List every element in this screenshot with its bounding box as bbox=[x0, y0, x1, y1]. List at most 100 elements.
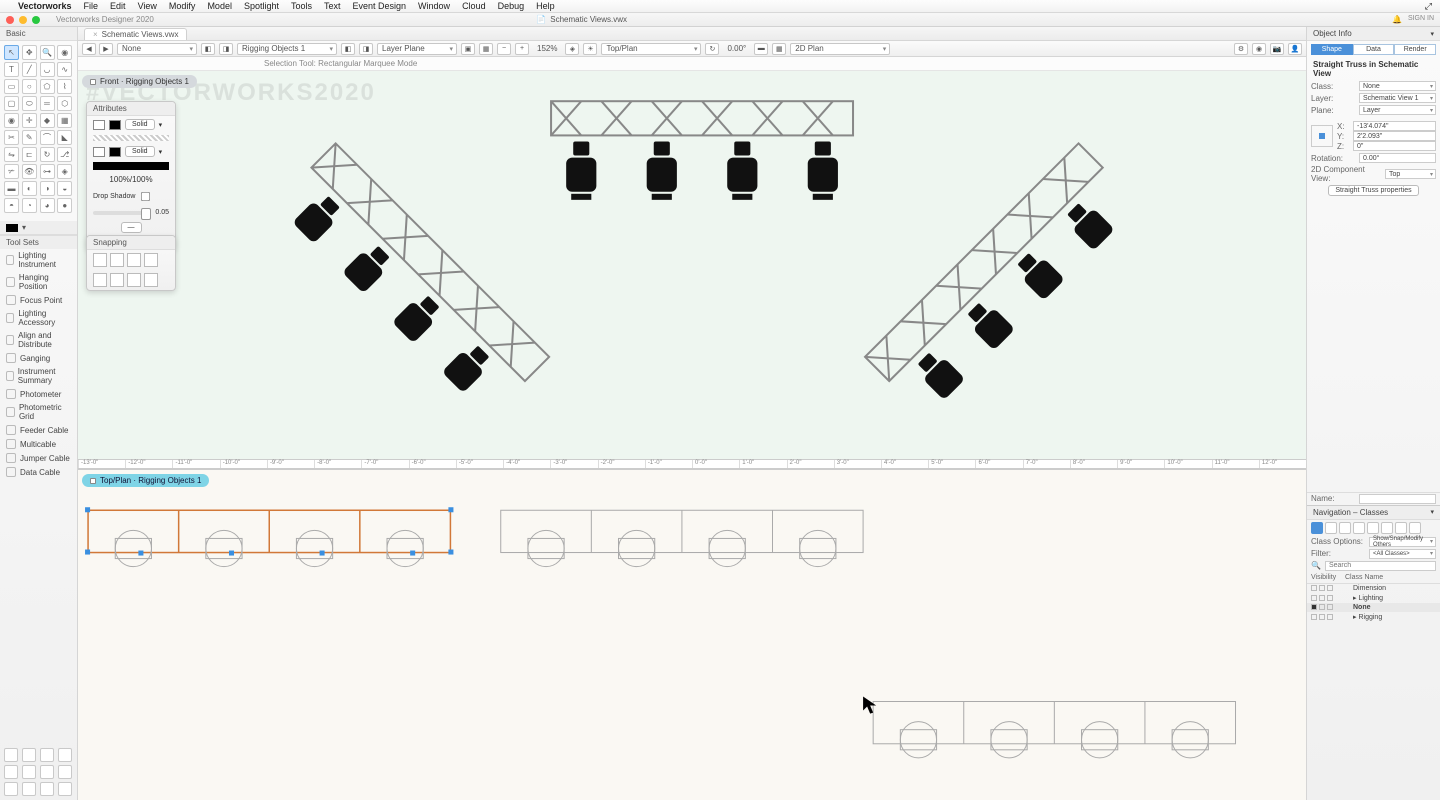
class-options-icon[interactable]: ◧ bbox=[201, 43, 215, 55]
attribute-mapping-tool[interactable]: ▦ bbox=[57, 113, 72, 128]
toolset-cat[interactable] bbox=[58, 765, 72, 779]
toolset-cat[interactable] bbox=[58, 748, 72, 762]
polygon-tool[interactable]: ⬠ bbox=[40, 79, 55, 94]
spiral-tool[interactable]: ◉ bbox=[4, 113, 19, 128]
zoom-tool[interactable]: 🔍 bbox=[40, 45, 55, 60]
double-line-tool[interactable]: ═ bbox=[40, 96, 55, 111]
fit-page-icon[interactable]: ▣ bbox=[461, 43, 475, 55]
multiview-icon[interactable]: ▦ bbox=[772, 43, 786, 55]
palette-options-icon[interactable]: ▾ bbox=[1430, 508, 1434, 516]
line-tool[interactable]: ╱ bbox=[22, 62, 37, 77]
menu-event-design[interactable]: Event Design bbox=[353, 1, 407, 11]
freehand-tool[interactable]: ∿ bbox=[57, 62, 72, 77]
misc-tool-a[interactable]: ◐ bbox=[22, 181, 37, 196]
snapping-palette[interactable]: Snapping bbox=[86, 235, 176, 291]
nav-references-button[interactable] bbox=[1381, 522, 1393, 534]
toolset-item[interactable]: Instrument Summary bbox=[0, 365, 77, 387]
toolset-cat[interactable] bbox=[4, 765, 18, 779]
heliodon-icon[interactable]: ☀ bbox=[583, 43, 597, 55]
toolset-cat[interactable] bbox=[22, 765, 36, 779]
chevron-down-icon[interactable]: ▾ bbox=[159, 148, 163, 156]
misc-tool-e[interactable]: ◔ bbox=[22, 198, 37, 213]
layer-vis-icon[interactable]: ◨ bbox=[359, 43, 373, 55]
class-row[interactable]: None bbox=[1307, 603, 1440, 612]
obj-layer-dropdown[interactable]: Schematic View 1 bbox=[1359, 93, 1436, 103]
clip-tool[interactable]: ✂ bbox=[4, 130, 19, 145]
plane-dropdown[interactable]: Layer Plane bbox=[377, 43, 457, 55]
render-dropdown[interactable]: 2D Plan bbox=[790, 43, 890, 55]
rotation-value[interactable]: 0.00° bbox=[723, 44, 750, 53]
tab-data[interactable]: Data bbox=[1353, 44, 1395, 55]
toolset-item[interactable]: Jumper Cable bbox=[0, 451, 77, 465]
menu-tools[interactable]: Tools bbox=[291, 1, 312, 11]
toolset-item[interactable]: Feeder Cable bbox=[0, 423, 77, 437]
drop-shadow-checkbox[interactable] bbox=[141, 192, 150, 201]
snap-edge-icon[interactable] bbox=[127, 273, 141, 287]
zoom-value[interactable]: 152% bbox=[533, 44, 561, 53]
back-button[interactable]: ◀ bbox=[82, 43, 96, 55]
pen-type-dropdown[interactable]: Solid bbox=[125, 146, 155, 157]
close-tab-icon[interactable]: × bbox=[93, 30, 98, 39]
line-weight-slider[interactable] bbox=[93, 211, 151, 215]
nav-sheets-button[interactable] bbox=[1339, 522, 1351, 534]
fill-swatch[interactable] bbox=[93, 120, 105, 130]
nav-layers-button[interactable] bbox=[1325, 522, 1337, 534]
fullscreen-icon[interactable]: ⤢ bbox=[1425, 1, 1432, 12]
pen-swatch[interactable] bbox=[93, 147, 105, 157]
nav-viewports-button[interactable] bbox=[1353, 522, 1365, 534]
layer-dropdown[interactable]: Rigging Objects 1 bbox=[237, 43, 337, 55]
snap-intersect-icon[interactable] bbox=[144, 253, 158, 267]
unified-view-icon[interactable]: ▬ bbox=[754, 43, 768, 55]
layer-options-icon[interactable]: ◧ bbox=[341, 43, 355, 55]
text-tool[interactable]: T bbox=[4, 62, 19, 77]
toolset-item[interactable]: Lighting Accessory bbox=[0, 307, 77, 329]
menu-view[interactable]: View bbox=[138, 1, 157, 11]
view-cube-icon[interactable]: ◈ bbox=[565, 43, 579, 55]
close-window-button[interactable] bbox=[6, 16, 14, 24]
toolset-cat[interactable] bbox=[22, 748, 36, 762]
regular-polygon-tool[interactable]: ⬡ bbox=[57, 96, 72, 111]
chevron-down-icon[interactable]: ▾ bbox=[159, 121, 163, 129]
menu-modify[interactable]: Modify bbox=[169, 1, 196, 11]
toolset-cat[interactable] bbox=[58, 782, 72, 796]
eyedropper-tool[interactable]: ✎ bbox=[22, 130, 37, 145]
toolset-cat[interactable] bbox=[4, 748, 18, 762]
snap-smart-icon[interactable] bbox=[93, 273, 107, 287]
walkthrough-icon[interactable]: 👤 bbox=[1288, 43, 1302, 55]
class-row[interactable]: ▸ Rigging bbox=[1307, 612, 1440, 622]
selection-tool[interactable]: ↖ bbox=[4, 45, 19, 60]
toolset-item[interactable]: Lighting Instrument bbox=[0, 249, 77, 271]
fill-type-dropdown[interactable]: Solid bbox=[125, 119, 155, 130]
wall-tool[interactable]: ▬ bbox=[4, 181, 19, 196]
nav-classes-button[interactable] bbox=[1311, 522, 1323, 534]
obj-rotation-field[interactable]: 0.00° bbox=[1359, 153, 1436, 163]
toolset-item[interactable]: Ganging bbox=[0, 351, 77, 365]
tab-shape[interactable]: Shape bbox=[1311, 44, 1353, 55]
split-tool[interactable]: ⎇ bbox=[57, 147, 72, 162]
toolset-item[interactable]: Align and Distribute bbox=[0, 329, 77, 351]
toolset-cat[interactable] bbox=[40, 782, 54, 796]
class-row[interactable]: ▸ Lighting bbox=[1307, 593, 1440, 603]
obj-plane-dropdown[interactable]: Layer bbox=[1359, 105, 1436, 115]
maximize-window-button[interactable] bbox=[32, 16, 40, 24]
rectangle-tool[interactable]: ▭ bbox=[4, 79, 19, 94]
toolset-item[interactable]: Focus Point bbox=[0, 293, 77, 307]
rounded-rect-tool[interactable]: ▢ bbox=[4, 96, 19, 111]
toolset-cat[interactable] bbox=[40, 765, 54, 779]
snap-angle-icon[interactable] bbox=[127, 253, 141, 267]
toolset-item[interactable]: Photometer bbox=[0, 387, 77, 401]
color-swatch[interactable] bbox=[6, 224, 18, 232]
class-search-input[interactable] bbox=[1325, 561, 1436, 571]
menu-edit[interactable]: Edit bbox=[110, 1, 126, 11]
menu-model[interactable]: Model bbox=[207, 1, 232, 11]
chevron-down-icon[interactable]: ▾ bbox=[22, 223, 26, 232]
mirror-tool[interactable]: ⇋ bbox=[4, 147, 19, 162]
viewport-front[interactable]: #VECTORWORKS2020 Front · Rigging Objects… bbox=[78, 71, 1306, 459]
toolset-cat[interactable] bbox=[22, 782, 36, 796]
obj-class-dropdown[interactable]: None bbox=[1359, 81, 1436, 91]
snap-object-icon[interactable] bbox=[110, 253, 124, 267]
attributes-palette[interactable]: Attributes Solid ▾ Solid ▾ bbox=[86, 101, 176, 250]
app-name[interactable]: Vectorworks bbox=[18, 1, 72, 11]
toolset-item[interactable]: Data Cable bbox=[0, 465, 77, 479]
obj-x-field[interactable]: -13'4.074" bbox=[1353, 121, 1436, 131]
